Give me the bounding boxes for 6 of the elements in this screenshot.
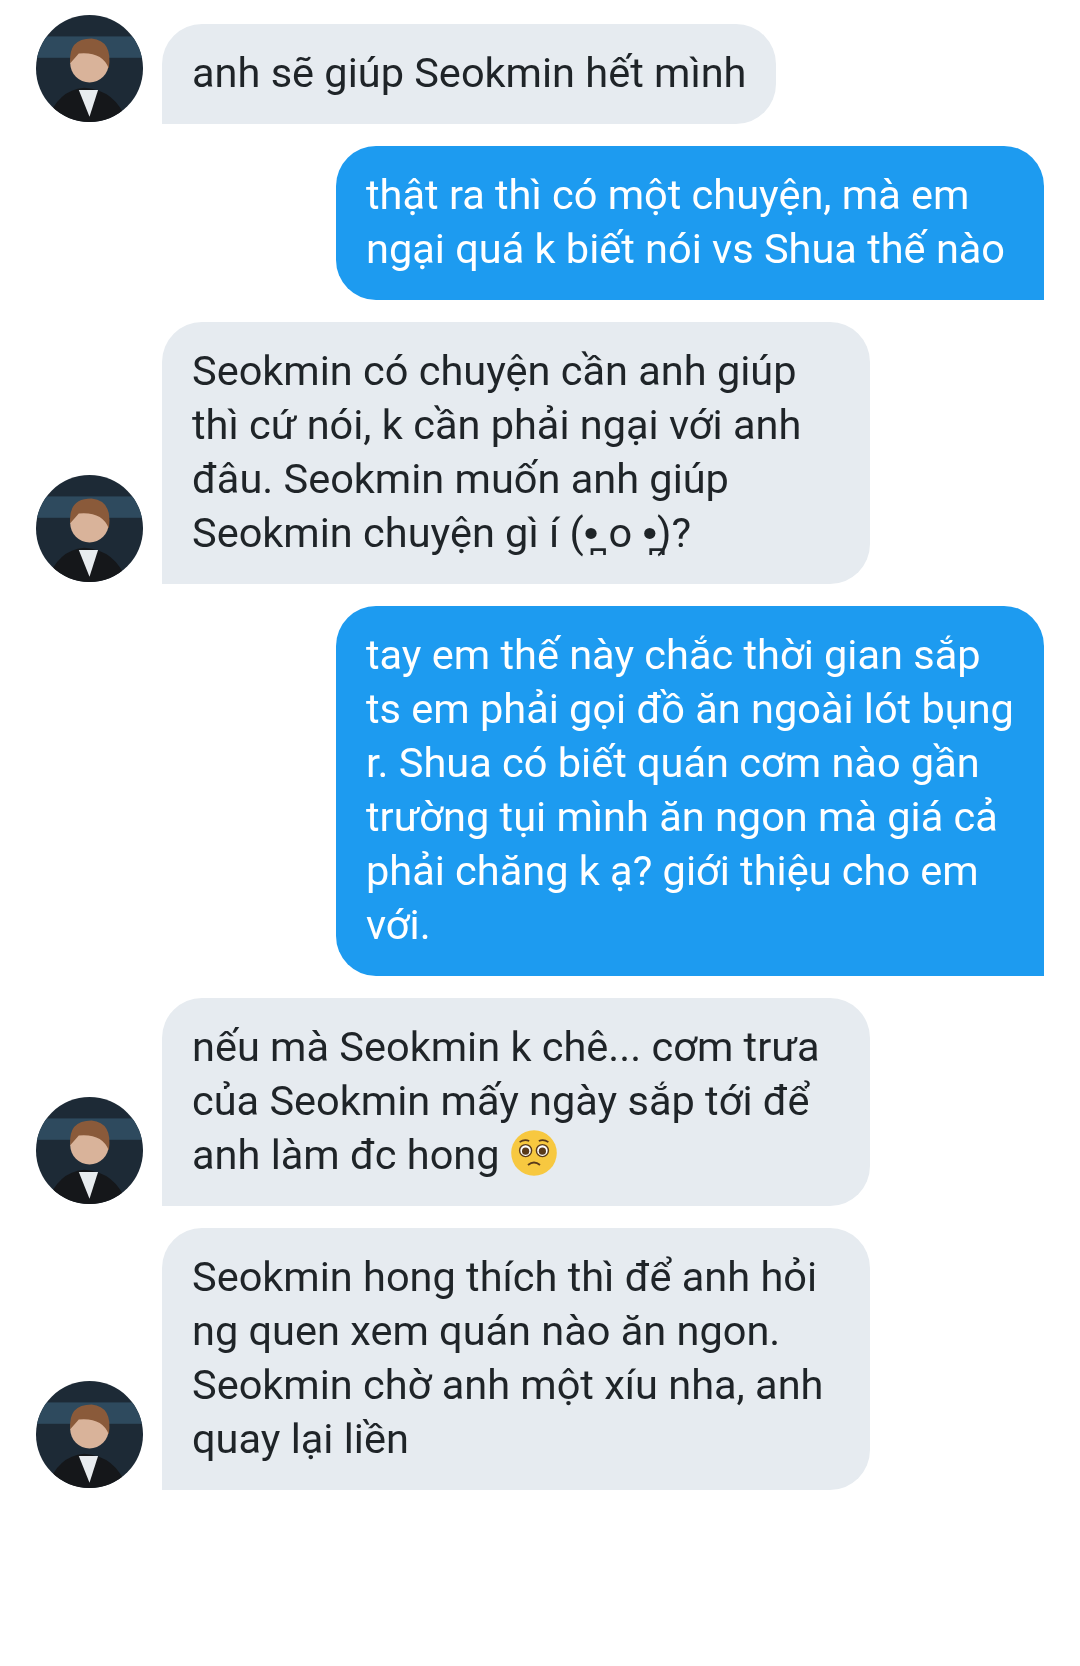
message-bubble: tay em thế này chắc thời gian sắp ts em phải gọi đồ ăn ngoài lót bụng r. Shua có biết quán cơm nào gần trường tụi mình ăn ngon mà giá cả phải chăng k ạ? giới thiệu cho em với.: [336, 606, 1044, 976]
message-bubble: thật ra thì có một chuyện, mà em ngại quá k biết nói vs Shua thế nào: [336, 146, 1044, 300]
message-bubble: anh sẽ giúp Seokmin hết mình: [162, 24, 777, 124]
message-bubble: Seokmin hong thích thì để anh hỏi ng quen xem quán nào ăn ngon. Seokmin chờ anh một xíu nha, anh quay lại liền: [162, 1228, 870, 1490]
message-bubble: nếu mà Seokmin k chê... cơm trưa của Seokmin mấy ngày sắp tới để anh làm đc hong: [162, 998, 870, 1206]
message-bubble: Seokmin có chuyện cần anh giúp thì cứ nói, k cần phải ngại với anh đâu. Seokmin muốn anh giúp Seokmin chuyện gì í (•̪ o •̪)?: [162, 322, 870, 584]
